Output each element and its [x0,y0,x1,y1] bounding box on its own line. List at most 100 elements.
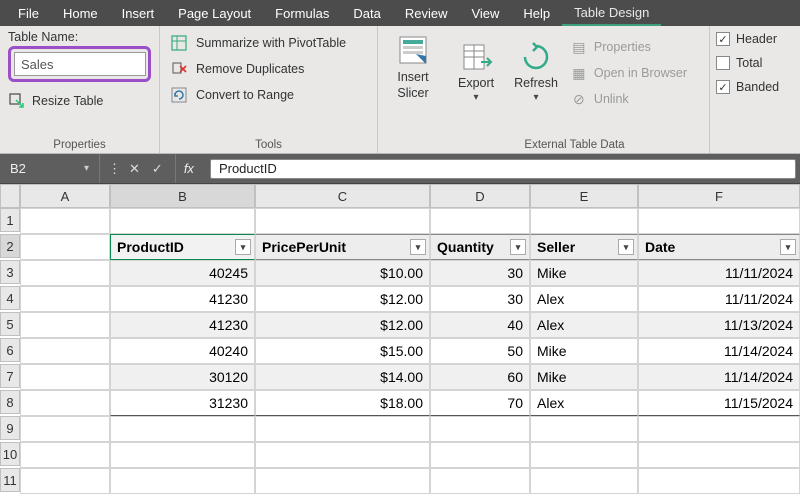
cell-empty[interactable] [110,208,255,234]
remove-duplicates-button[interactable]: Remove Duplicates [168,56,369,82]
cell-empty[interactable] [110,442,255,468]
col-header-B[interactable]: B [110,184,255,208]
cell-date[interactable]: 11/15/2024 [638,390,800,416]
menu-help[interactable]: Help [511,2,562,25]
filter-dropdown-icon[interactable]: ▾ [618,239,634,255]
cell-empty[interactable] [20,416,110,442]
row-header-5[interactable]: 5 [0,312,20,336]
cell-empty[interactable] [20,468,110,494]
row-header-4[interactable]: 4 [0,286,20,310]
cell-empty[interactable] [638,468,800,494]
cell-date[interactable]: 11/11/2024 [638,260,800,286]
cell-seller[interactable]: Mike [530,364,638,390]
menu-review[interactable]: Review [393,2,460,25]
cell-price[interactable]: $15.00 [255,338,430,364]
menu-formulas[interactable]: Formulas [263,2,341,25]
row-header-9[interactable]: 9 [0,416,20,440]
select-all-corner[interactable] [0,184,20,208]
cell-empty[interactable] [20,390,110,416]
formula-options-icon[interactable]: ⋮ [108,161,121,177]
filter-dropdown-icon[interactable]: ▾ [510,239,526,255]
menu-page-layout[interactable]: Page Layout [166,2,263,25]
table-header-priceperunit[interactable]: PricePerUnit▾ [255,234,430,260]
filter-dropdown-icon[interactable]: ▾ [410,239,426,255]
export-button[interactable]: Export ▾ [448,30,504,112]
cell-empty[interactable] [530,442,638,468]
summarize-pivot-button[interactable]: Summarize with PivotTable [168,30,369,56]
cell-empty[interactable] [20,286,110,312]
name-box[interactable]: B2 ▾ [0,154,100,183]
fx-icon[interactable]: fx [176,161,202,176]
col-header-A[interactable]: A [20,184,110,208]
spreadsheet-grid[interactable]: ABCDEF12ProductID▾PricePerUnit▾Quantity▾… [0,184,800,494]
menu-table-design[interactable]: Table Design [562,1,661,26]
cancel-icon[interactable]: ✕ [125,161,144,177]
row-header-11[interactable]: 11 [0,468,20,492]
cell-empty[interactable] [430,416,530,442]
row-header-1[interactable]: 1 [0,208,20,232]
cell-empty[interactable] [255,208,430,234]
cell-seller[interactable]: Alex [530,286,638,312]
cell-empty[interactable] [20,312,110,338]
cell-productid[interactable]: 41230 [110,312,255,338]
cell-empty[interactable] [110,468,255,494]
convert-range-button[interactable]: Convert to Range [168,82,369,108]
cell-empty[interactable] [20,234,110,260]
cell-empty[interactable] [20,208,110,234]
filter-dropdown-icon[interactable]: ▾ [780,239,796,255]
table-header-productid[interactable]: ProductID▾ [110,234,255,260]
cell-date[interactable]: 11/14/2024 [638,338,800,364]
cell-qty[interactable]: 30 [430,286,530,312]
menu-file[interactable]: File [6,2,51,25]
cell-date[interactable]: 11/11/2024 [638,286,800,312]
cell-price[interactable]: $18.00 [255,390,430,416]
cell-seller[interactable]: Mike [530,338,638,364]
cell-productid[interactable]: 41230 [110,286,255,312]
table-name-input[interactable] [14,52,146,76]
cell-qty[interactable]: 40 [430,312,530,338]
row-header-6[interactable]: 6 [0,338,20,362]
row-header-3[interactable]: 3 [0,260,20,284]
cell-price[interactable]: $10.00 [255,260,430,286]
table-header-seller[interactable]: Seller▾ [530,234,638,260]
cell-empty[interactable] [20,364,110,390]
cell-empty[interactable] [530,208,638,234]
row-header-2[interactable]: 2 [0,234,20,258]
cell-price[interactable]: $12.00 [255,312,430,338]
header-row-checkbox[interactable]: ✓ Header [716,32,779,46]
cell-empty[interactable] [430,208,530,234]
banded-rows-checkbox[interactable]: ✓ Banded [716,80,779,94]
cell-qty[interactable]: 70 [430,390,530,416]
cell-qty[interactable]: 50 [430,338,530,364]
cell-empty[interactable] [20,260,110,286]
cell-price[interactable]: $14.00 [255,364,430,390]
col-header-C[interactable]: C [255,184,430,208]
cell-empty[interactable] [638,442,800,468]
refresh-button[interactable]: Refresh ▾ [504,30,568,112]
cell-date[interactable]: 11/13/2024 [638,312,800,338]
cell-empty[interactable] [255,442,430,468]
cell-qty[interactable]: 60 [430,364,530,390]
menu-insert[interactable]: Insert [110,2,167,25]
cell-empty[interactable] [530,468,638,494]
cell-productid[interactable]: 30120 [110,364,255,390]
col-header-D[interactable]: D [430,184,530,208]
cell-seller[interactable]: Mike [530,260,638,286]
cell-price[interactable]: $12.00 [255,286,430,312]
row-header-8[interactable]: 8 [0,390,20,414]
resize-table-button[interactable]: Resize Table [8,92,151,110]
menu-view[interactable]: View [459,2,511,25]
row-header-10[interactable]: 10 [0,442,20,466]
cell-seller[interactable]: Alex [530,312,638,338]
cell-empty[interactable] [638,208,800,234]
menu-home[interactable]: Home [51,2,110,25]
menu-data[interactable]: Data [341,2,392,25]
cell-date[interactable]: 11/14/2024 [638,364,800,390]
cell-productid[interactable]: 40240 [110,338,255,364]
cell-empty[interactable] [20,338,110,364]
enter-icon[interactable]: ✓ [148,161,167,177]
cell-empty[interactable] [20,442,110,468]
cell-seller[interactable]: Alex [530,390,638,416]
total-row-checkbox[interactable]: Total [716,56,779,70]
table-header-quantity[interactable]: Quantity▾ [430,234,530,260]
